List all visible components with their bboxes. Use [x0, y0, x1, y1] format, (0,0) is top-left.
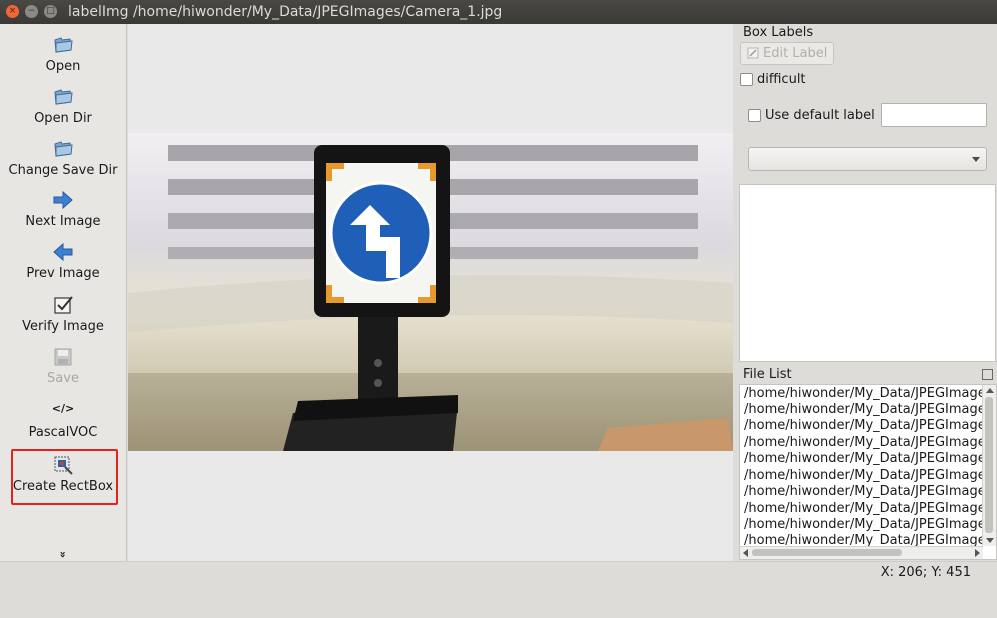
file-list-item[interactable]: /home/hiwonder/My_Data/JPEGImage [744, 517, 986, 532]
prev-image-button[interactable]: Prev Image [0, 241, 126, 281]
file-list[interactable]: /home/hiwonder/My_Data/JPEGImage /home/h… [739, 384, 997, 560]
verify-image-button[interactable]: Verify Image [0, 294, 126, 334]
change-save-dir-button[interactable]: Change Save Dir [0, 138, 126, 178]
difficult-checkbox[interactable] [740, 73, 753, 86]
edit-label-text: Edit Label [763, 46, 828, 61]
folder-open-icon [54, 37, 73, 53]
verify-image-label: Verify Image [22, 319, 104, 334]
label-combobox[interactable] [748, 147, 987, 171]
file-list-title: File List [743, 367, 792, 382]
checkbox-check-icon [54, 296, 73, 314]
window-title: labelImg /home/hiwonder/My_Data/JPEGImag… [68, 4, 503, 20]
dock-float-icon[interactable] [982, 369, 993, 380]
change-save-dir-label: Change Save Dir [8, 163, 118, 178]
folder-open-icon [54, 141, 73, 157]
use-default-label-checkbox[interactable] [748, 109, 761, 122]
open-label: Open [45, 59, 81, 74]
camera-photo-image [128, 133, 733, 451]
folder-open-icon [54, 89, 73, 105]
open-dir-button[interactable]: Open Dir [0, 86, 126, 126]
open-button[interactable]: Open [0, 34, 126, 74]
difficult-label: difficult [757, 72, 806, 87]
file-list-item[interactable]: /home/hiwonder/My_Data/JPEGImage [744, 418, 986, 433]
open-dir-label: Open Dir [34, 111, 92, 126]
vertical-scroll-thumb[interactable] [985, 397, 993, 533]
file-list-item[interactable]: /home/hiwonder/My_Data/JPEGImage [744, 435, 986, 450]
close-window-button[interactable]: × [6, 5, 19, 18]
file-list-item[interactable]: /home/hiwonder/My_Data/JPEGImage [744, 386, 986, 401]
arrow-right-icon [53, 190, 73, 210]
file-list-item[interactable]: /home/hiwonder/My_Data/JPEGImage [744, 402, 986, 417]
scroll-down-arrow-icon[interactable] [986, 538, 994, 543]
status-bar: X: 206; Y: 451 [0, 561, 997, 584]
next-image-button[interactable]: Next Image [0, 189, 126, 229]
file-list-vertical-scrollbar[interactable] [982, 385, 996, 546]
box-labels-title: Box Labels [743, 25, 814, 40]
scroll-right-arrow-icon[interactable] [975, 549, 980, 557]
edit-pencil-icon [747, 47, 759, 59]
prev-image-label: Prev Image [26, 266, 100, 281]
minimize-window-button[interactable]: − [25, 5, 38, 18]
title-bar: × − □ labelImg /home/hiwonder/My_Data/JP… [0, 0, 997, 24]
save-label: Save [47, 371, 79, 386]
next-image-label: Next Image [25, 214, 101, 229]
format-label: PascalVOC [28, 425, 98, 440]
save-icon [54, 348, 72, 366]
scroll-up-arrow-icon[interactable] [986, 388, 994, 393]
horizontal-scroll-thumb[interactable] [752, 549, 902, 556]
annotated-image[interactable] [128, 133, 733, 451]
cursor-coordinates: X: 206; Y: 451 [880, 565, 971, 580]
file-list-item[interactable]: /home/hiwonder/My_Data/JPEGImage [744, 451, 986, 466]
arrow-left-icon [53, 242, 73, 262]
default-label-input[interactable] [881, 103, 987, 127]
chevron-down-icon [972, 157, 980, 162]
use-default-label-text: Use default label [765, 108, 875, 123]
save-button[interactable]: Save [0, 346, 126, 386]
file-list-horizontal-scrollbar[interactable] [740, 546, 983, 559]
toolbar-extension-button[interactable]: » [57, 492, 70, 618]
scroll-left-arrow-icon[interactable] [743, 549, 748, 557]
file-list-item[interactable]: /home/hiwonder/My_Data/JPEGImage [744, 468, 986, 483]
format-code-icon: </> [51, 402, 75, 415]
label-list[interactable] [739, 184, 996, 362]
chevron-more-icon: » [56, 550, 70, 559]
file-list-item[interactable]: /home/hiwonder/My_Data/JPEGImage [744, 484, 986, 499]
maximize-window-button[interactable]: □ [44, 5, 57, 18]
edit-label-button[interactable]: Edit Label [740, 42, 834, 65]
format-toggle-button[interactable]: </> PascalVOC [0, 398, 126, 440]
left-toolbar: Open Open Dir Change Save Dir Next Image… [0, 24, 127, 564]
file-list-item[interactable]: /home/hiwonder/My_Data/JPEGImage [744, 501, 986, 516]
